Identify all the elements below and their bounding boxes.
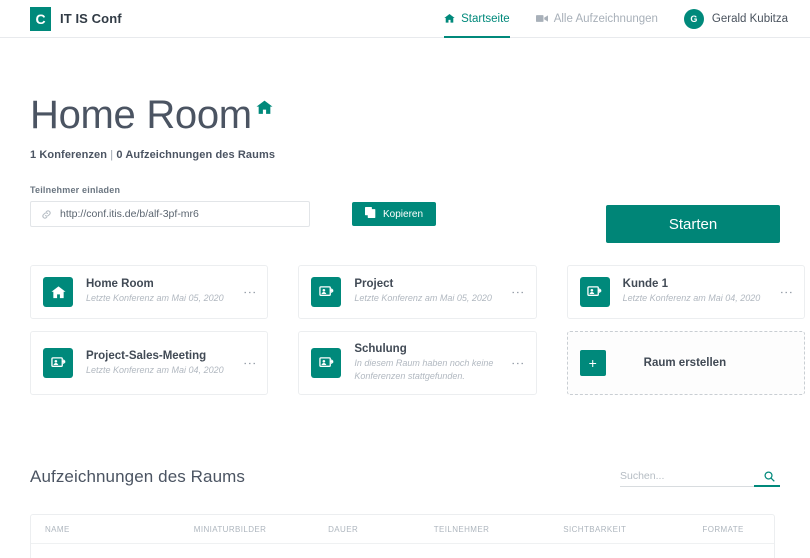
column-header-sichtbarkeit[interactable]: SICHTBARKEIT (563, 525, 702, 534)
room-grid: Home Room Letzte Konferenz am Mai 05, 20… (30, 265, 805, 395)
user-menu[interactable]: G Gerald Kubitza (684, 9, 788, 29)
nav-item-startseite[interactable]: Startseite (444, 0, 510, 37)
room-stats-separator: | (110, 149, 113, 161)
search-icon[interactable] (759, 471, 780, 482)
create-room-card[interactable]: + Raum erstellen (567, 331, 805, 395)
room-card-project[interactable]: Project Letzte Konferenz am Mai 05, 2020… (298, 265, 536, 319)
room-card-text: Home Room Letzte Konferenz am Mai 05, 20… (86, 278, 243, 305)
room-card-project-sales-meeting[interactable]: Project-Sales-Meeting Letzte Konferenz a… (30, 331, 268, 395)
room-card-schulung[interactable]: Schulung In diesem Raum haben noch keine… (298, 331, 536, 395)
video-icon (536, 14, 548, 23)
column-header-name[interactable]: NAME (45, 525, 194, 534)
room-card-kunde-1[interactable]: Kunde 1 Letzte Konferenz am Mai 04, 2020… (567, 265, 805, 319)
room-card-subtitle: Letzte Konferenz am Mai 05, 2020 (86, 292, 243, 305)
nav-item-alle-aufzeichnungen[interactable]: Alle Aufzeichnungen (536, 0, 658, 37)
nav-item-alle-aufzeichnungen-label: Alle Aufzeichnungen (554, 13, 658, 25)
copy-button[interactable]: Kopieren (352, 202, 436, 226)
home-icon (43, 277, 73, 307)
presentation-icon (43, 348, 73, 378)
recordings-header: Aufzeichnungen des Raums (30, 467, 780, 487)
search-box (620, 470, 780, 487)
navbar-right: Startseite Alle Aufzeichnungen G Gerald … (444, 0, 788, 37)
home-icon (256, 99, 273, 121)
room-card-home-room[interactable]: Home Room Letzte Konferenz am Mai 05, 20… (30, 265, 268, 319)
create-room-label: Raum erstellen (644, 357, 726, 369)
room-card-text: Project-Sales-Meeting Letzte Konferenz a… (86, 350, 243, 377)
room-card-subtitle: Letzte Konferenz am Mai 04, 2020 (623, 292, 780, 305)
page-title-row: Home Room (30, 95, 780, 135)
recordings-title: Aufzeichnungen des Raums (30, 467, 245, 487)
invite-url-field[interactable]: http://conf.itis.de/b/alf-3pf-mr6 (30, 201, 310, 227)
room-card-subtitle: Letzte Konferenz am Mai 04, 2020 (86, 364, 243, 377)
brand[interactable]: C IT IS Conf (30, 7, 122, 31)
plus-icon: + (580, 350, 606, 376)
invite-block: Teilnehmer einladen http://conf.itis.de/… (30, 185, 780, 227)
presentation-icon (580, 277, 610, 307)
start-button[interactable]: Starten (606, 205, 780, 243)
avatar: G (684, 9, 704, 29)
room-card-name: Project-Sales-Meeting (86, 350, 243, 362)
home-icon (444, 13, 455, 24)
column-header-teilnehmer[interactable]: TEILNEHMER (434, 525, 564, 534)
column-header-dauer[interactable]: DAUER (328, 525, 434, 534)
room-card-menu-icon[interactable]: ⋮ (780, 286, 792, 299)
room-stats: 1 Konferenzen | 0 Aufzeichnungen des Rau… (30, 149, 780, 161)
user-name: Gerald Kubitza (712, 13, 788, 25)
column-header-miniaturbilder[interactable]: MINIATURBILDER (194, 525, 328, 534)
copy-icon (365, 207, 376, 221)
room-card-name: Schulung (354, 343, 511, 355)
room-card-menu-icon[interactable]: ⋮ (243, 286, 255, 299)
room-card-text: Project Letzte Konferenz am Mai 05, 2020 (354, 278, 511, 305)
brand-name: IT IS Conf (60, 11, 122, 26)
recordings-empty-message: Dieser Raum hat keine Aufzeichnungen. (31, 544, 774, 558)
recordings-table: NAME MINIATURBILDER DAUER TEILNEHMER SIC… (30, 514, 775, 558)
link-icon (41, 209, 52, 220)
page-content: Home Room 1 Konferenzen | 0 Aufzeichnung… (0, 95, 810, 558)
invite-label: Teilnehmer einladen (30, 185, 780, 195)
room-card-menu-icon[interactable]: ⋮ (512, 357, 524, 370)
room-card-name: Project (354, 278, 511, 290)
room-card-menu-icon[interactable]: ⋮ (243, 357, 255, 370)
presentation-icon (311, 348, 341, 378)
page-title: Home Room (30, 95, 252, 135)
room-stats-conferences: 1 Konferenzen (30, 149, 107, 161)
room-card-subtitle: In diesem Raum haben noch keine Konferen… (354, 357, 511, 383)
room-stats-recordings: 0 Aufzeichnungen des Raums (116, 149, 275, 161)
room-card-name: Home Room (86, 278, 243, 290)
room-card-name: Kunde 1 (623, 278, 780, 290)
copy-button-label: Kopieren (383, 209, 423, 220)
invite-url-text: http://conf.itis.de/b/alf-3pf-mr6 (60, 208, 199, 220)
top-navbar: C IT IS Conf Startseite Alle Aufzeichnun… (0, 0, 810, 38)
search-input[interactable] (620, 470, 759, 482)
room-card-menu-icon[interactable]: ⋮ (512, 286, 524, 299)
recordings-table-header: NAME MINIATURBILDER DAUER TEILNEHMER SIC… (31, 515, 774, 544)
brand-logo-icon: C (30, 7, 51, 31)
room-card-text: Kunde 1 Letzte Konferenz am Mai 04, 2020 (623, 278, 780, 305)
nav-item-startseite-label: Startseite (461, 13, 510, 25)
room-card-text: Schulung In diesem Raum haben noch keine… (354, 343, 511, 383)
presentation-icon (311, 277, 341, 307)
column-header-formate[interactable]: FORMATE (702, 525, 760, 534)
room-card-subtitle: Letzte Konferenz am Mai 05, 2020 (354, 292, 511, 305)
